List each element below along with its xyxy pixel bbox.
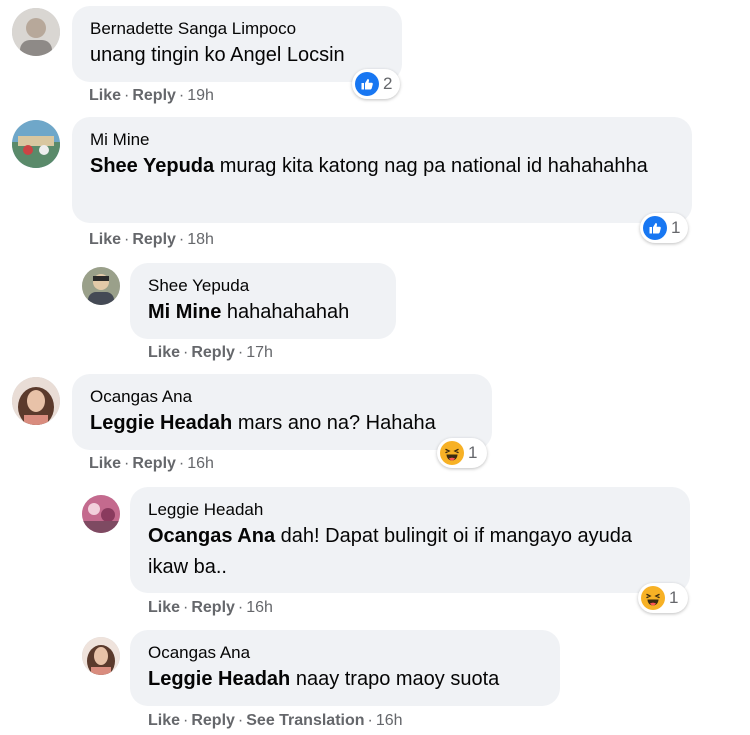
comment-author[interactable]: Ocangas Ana [90, 386, 474, 408]
avatar[interactable] [12, 377, 60, 425]
comment-body: hahahahahah [221, 301, 350, 323]
avatar[interactable] [12, 120, 60, 168]
mention-link[interactable]: Ocangas Ana [148, 525, 275, 547]
separator-dot: · [178, 455, 185, 472]
mention-link[interactable]: Mi Mine [148, 301, 221, 323]
reply-link[interactable]: Reply [191, 599, 235, 616]
haha-icon [440, 441, 464, 465]
separator-dot: · [237, 599, 244, 616]
timestamp[interactable]: 16h [246, 599, 273, 616]
like-link[interactable]: Like [148, 712, 180, 729]
comment-author[interactable]: Shee Yepuda [148, 275, 378, 297]
like-icon [355, 72, 379, 96]
avatar[interactable] [82, 267, 120, 305]
see-translation-link[interactable]: See Translation [246, 712, 364, 729]
separator-dot: · [367, 712, 373, 729]
comment-bubble: Leggie Headah Ocangas Ana dah! Dapat bul… [130, 487, 690, 593]
comment-bubble: Shee Yepuda Mi Mine hahahahahah [130, 263, 396, 339]
separator-dot: · [124, 231, 130, 248]
mention-link[interactable]: Leggie Headah [148, 668, 290, 690]
reaction-count: 1 [669, 588, 679, 607]
haha-icon [641, 586, 665, 610]
reply-link[interactable]: Reply [191, 344, 235, 361]
reaction-badge[interactable]: 1 [640, 213, 688, 243]
reaction-badge[interactable]: 1 [437, 438, 487, 468]
comment-text: Mi Mine hahahahahah [148, 297, 378, 328]
reaction-count: 1 [468, 443, 478, 462]
mention-link[interactable]: Shee Yepuda [90, 155, 214, 177]
like-link[interactable]: Like [89, 231, 121, 248]
timestamp[interactable]: 17h [246, 344, 273, 361]
reaction-badge[interactable]: 1 [638, 583, 688, 613]
separator-dot: · [124, 455, 130, 472]
timestamp[interactable]: 19h [187, 87, 214, 104]
comment-body: unang tingin ko Angel Locsin [90, 44, 345, 66]
comment-actions: Like · Reply · 16h [148, 598, 273, 618]
comment-actions: Like · Reply · See Translation · 16h [148, 711, 403, 731]
comment-text: unang tingin ko Angel Locsin [90, 40, 384, 71]
comment-body: naay trapo maoy suota [290, 668, 500, 690]
like-icon [643, 216, 667, 240]
avatar[interactable] [12, 8, 60, 56]
comment-bubble: Ocangas Ana Leggie Headah mars ano na? H… [72, 374, 492, 450]
comment-text: Leggie Headah mars ano na? Hahaha [90, 408, 474, 439]
comment-bubble: Mi Mine Shee Yepuda murag kita katong na… [72, 117, 692, 223]
reply-link[interactable]: Reply [132, 455, 176, 472]
reply-link[interactable]: Reply [132, 87, 176, 104]
separator-dot: · [183, 344, 189, 361]
comment-actions: Like · Reply · 18h [89, 230, 214, 250]
separator-dot: · [178, 87, 185, 104]
comment-body: mars ano na? Hahaha [232, 412, 436, 434]
comment-author[interactable]: Leggie Headah [148, 499, 672, 521]
like-link[interactable]: Like [89, 455, 121, 472]
reply-link[interactable]: Reply [191, 712, 235, 729]
like-link[interactable]: Like [89, 87, 121, 104]
timestamp[interactable]: 16h [376, 712, 403, 729]
comment-actions: Like · Reply · 17h [148, 343, 273, 363]
separator-dot: · [237, 344, 244, 361]
separator-dot: · [124, 87, 130, 104]
avatar[interactable] [82, 637, 120, 675]
reaction-badge[interactable]: 2 [352, 69, 400, 99]
reaction-count: 1 [671, 218, 681, 237]
separator-dot: · [183, 712, 189, 729]
comment-text: Leggie Headah naay trapo maoy suota [148, 664, 542, 695]
comment-author[interactable]: Mi Mine [90, 129, 674, 151]
separator-dot: · [183, 599, 189, 616]
comment-bubble: Ocangas Ana Leggie Headah naay trapo mao… [130, 630, 560, 706]
like-link[interactable]: Like [148, 344, 180, 361]
timestamp[interactable]: 18h [187, 231, 214, 248]
comment-actions: Like · Reply · 16h [89, 454, 214, 474]
comment-author[interactable]: Bernadette Sanga Limpoco [90, 18, 384, 40]
separator-dot: · [237, 712, 244, 729]
comment-author[interactable]: Ocangas Ana [148, 642, 542, 664]
comment-text: Shee Yepuda murag kita katong nag pa nat… [90, 151, 674, 182]
timestamp[interactable]: 16h [187, 455, 214, 472]
avatar[interactable] [82, 495, 120, 533]
comment-bubble: Bernadette Sanga Limpoco unang tingin ko… [72, 6, 402, 82]
reaction-count: 2 [383, 74, 393, 93]
like-link[interactable]: Like [148, 599, 180, 616]
mention-link[interactable]: Leggie Headah [90, 412, 232, 434]
comment-body: murag kita katong nag pa national id hah… [214, 155, 648, 177]
comment-text: Ocangas Ana dah! Dapat bulingit oi if ma… [148, 521, 672, 583]
separator-dot: · [178, 231, 185, 248]
reply-link[interactable]: Reply [132, 231, 176, 248]
comment-actions: Like · Reply · 19h [89, 86, 214, 106]
